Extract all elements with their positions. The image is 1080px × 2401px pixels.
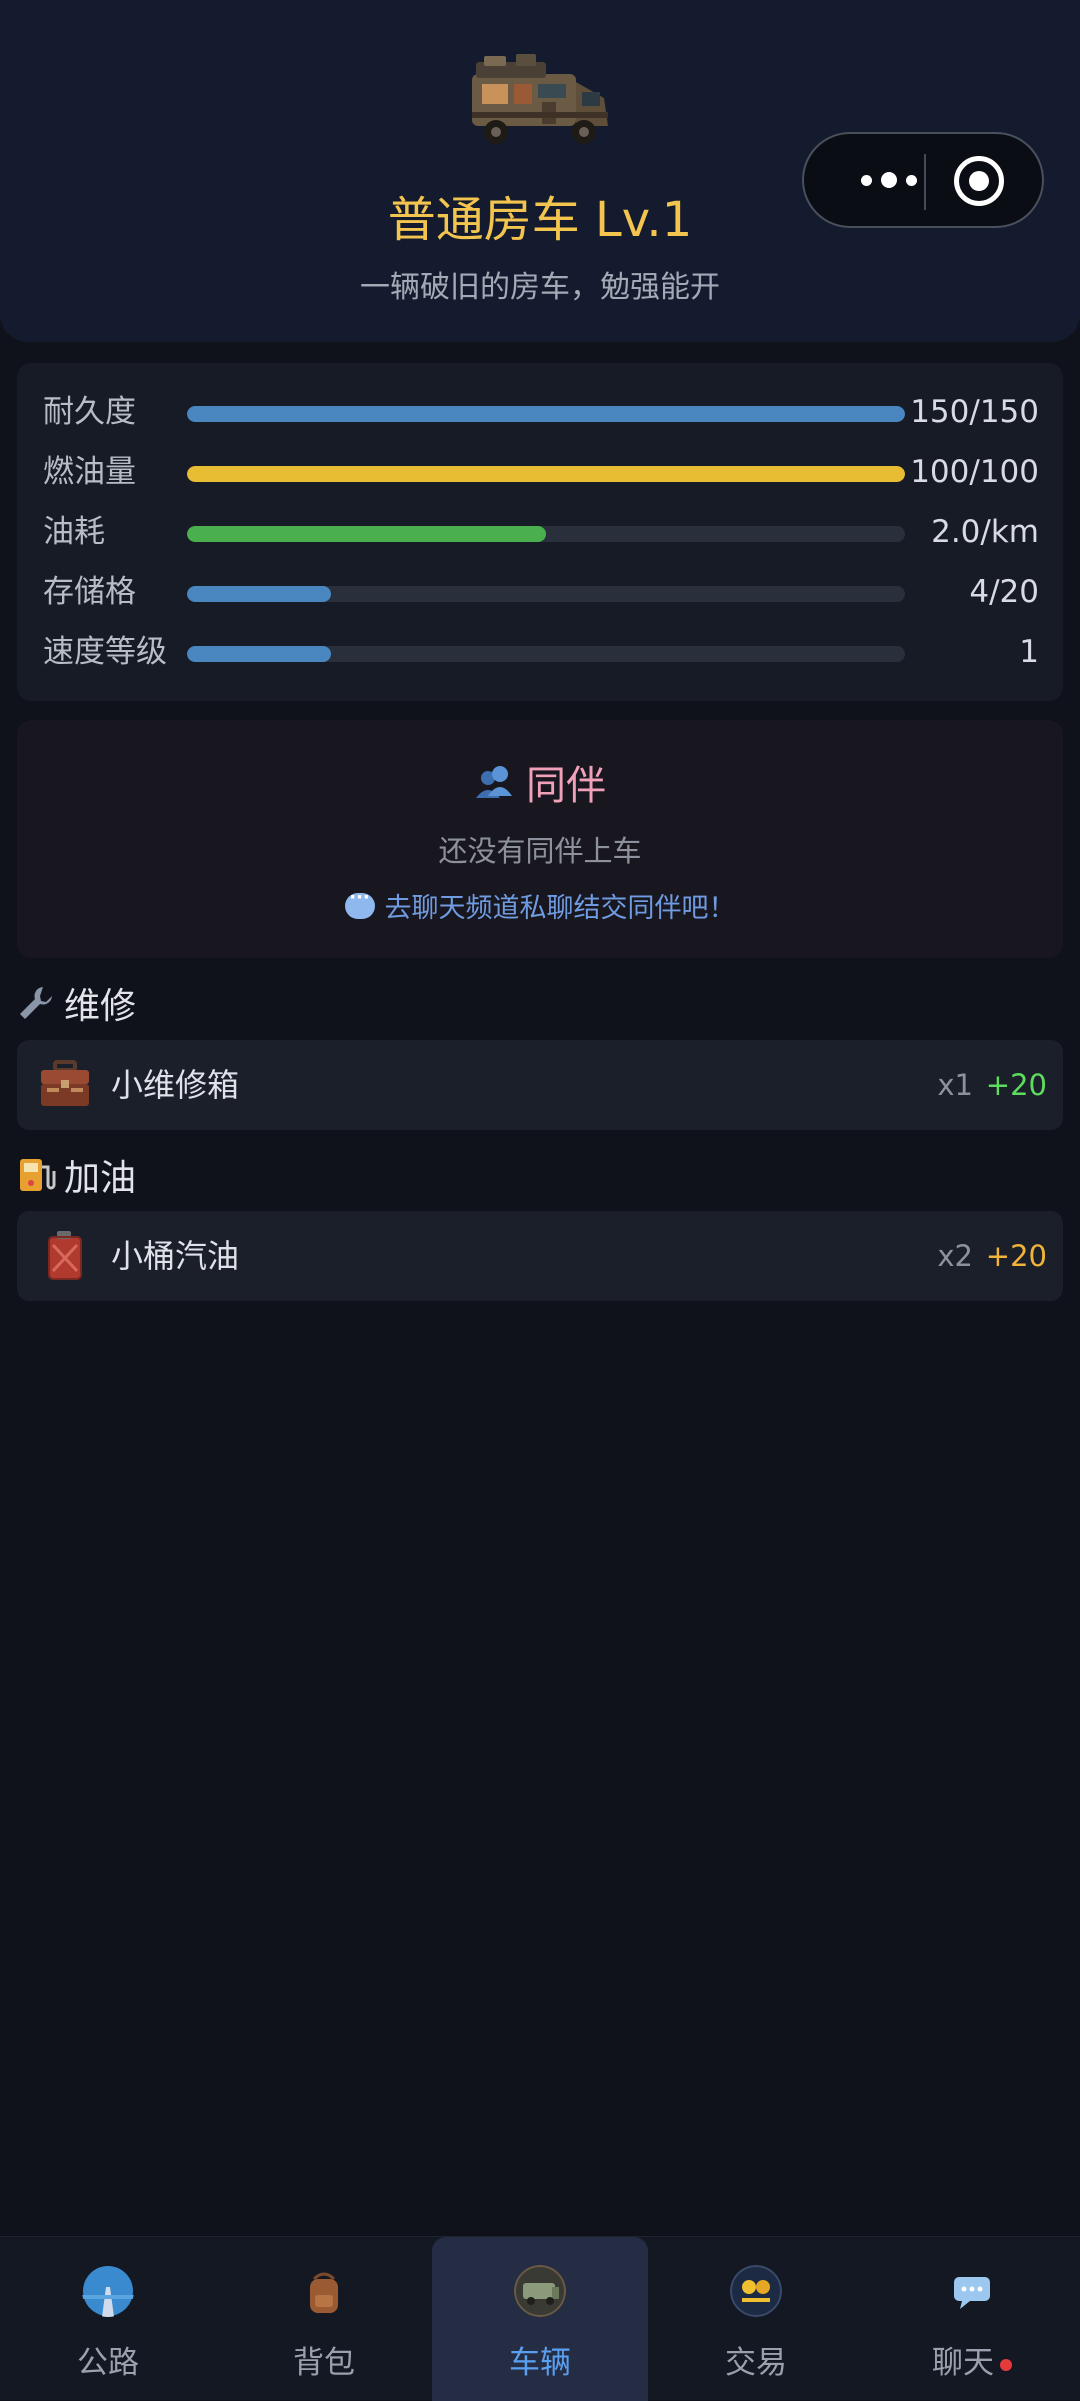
vehicle-description: 一辆破旧的房车，勉强能开 [360, 270, 720, 305]
item-quantity: x2 [937, 1239, 973, 1273]
stat-bar [187, 466, 905, 482]
refuel-section-title: 加油 [64, 1158, 137, 1199]
more-options-button[interactable] [834, 134, 944, 226]
stat-value: 2.0/km [931, 514, 1039, 550]
companion-title: 同伴 [17, 754, 1063, 810]
road-icon [82, 2266, 134, 2317]
stat-label: 速度等级 [43, 634, 167, 670]
unread-badge [1000, 2358, 1012, 2371]
stat-value: 1 [1019, 634, 1039, 670]
stat-bar-fill [187, 526, 546, 542]
tab-label: 公路 [77, 2345, 139, 2381]
tab-label-text: 聊天 [932, 2345, 994, 2381]
toolbox-icon [41, 1060, 89, 1106]
speech-bubble-icon [344, 887, 375, 919]
bottom-tab-bar: 公路 背包 车辆 交易 聊天 [0, 2236, 1080, 2401]
stat-bar [187, 406, 905, 422]
stat-value: 150/150 [910, 394, 1039, 430]
stat-row-fuel: 燃油量 100/100 [17, 442, 1063, 502]
companion-panel: 同伴 还没有同伴上车 去聊天频道私聊结交同伴吧！ [17, 720, 1063, 958]
wrench-icon [20, 987, 52, 1019]
stat-bar-fill [187, 406, 905, 422]
backpack-icon [310, 2272, 338, 2313]
stat-value: 4/20 [969, 574, 1039, 610]
gas-can-icon [48, 1231, 82, 1280]
rv-vehicle-icon [472, 54, 608, 144]
item-bonus: +20 [985, 1239, 1047, 1273]
stat-bar [187, 526, 905, 542]
vehicle-stats-panel: 耐久度 150/150 燃油量 100/100 油耗 2.0/km 存储格 4/… [17, 363, 1063, 701]
companion-empty-text: 还没有同伴上车 [438, 834, 642, 868]
capsule-divider [924, 154, 926, 210]
repair-section-heading: 维修 [16, 978, 136, 1028]
miniprogram-capsule [802, 132, 1044, 228]
companion-title-text: 同伴 [526, 763, 606, 809]
tab-label: 交易 [725, 2345, 787, 2381]
stat-row-speed-level: 速度等级 1 [17, 622, 1063, 682]
more-dot-icon [861, 174, 872, 186]
companions-icon [476, 766, 512, 798]
stat-value: 100/100 [910, 454, 1039, 490]
tab-label: 背包 [293, 2345, 355, 2381]
more-dot-icon [881, 172, 897, 188]
stat-bar-fill [187, 646, 331, 662]
tab-label: 车辆 [509, 2345, 571, 2381]
companion-hint-text: 去聊天频道私聊结交同伴吧！ [384, 893, 736, 924]
stat-bar [187, 586, 905, 602]
item-bonus: +20 [985, 1068, 1047, 1102]
tab-label: 聊天 [864, 2337, 1080, 2382]
repair-section-title: 维修 [64, 986, 137, 1027]
stat-label: 油耗 [43, 514, 105, 550]
refuel-section-heading: 加油 [16, 1150, 136, 1200]
tab-vehicle[interactable]: 车辆 [432, 2237, 648, 2401]
stat-row-fuel-consumption: 油耗 2.0/km [17, 502, 1063, 562]
stat-row-storage: 存储格 4/20 [17, 562, 1063, 622]
stat-bar [187, 646, 905, 662]
item-name: 小维修箱 [111, 1066, 240, 1104]
tab-backpack[interactable]: 背包 [216, 2237, 432, 2401]
repair-item-row[interactable]: 小维修箱 x1 +20 [17, 1040, 1063, 1130]
vehicle-icon [514, 2265, 566, 2317]
stat-label: 存储格 [43, 574, 136, 610]
tab-road[interactable]: 公路 [0, 2237, 216, 2401]
tab-trade[interactable]: 交易 [648, 2237, 864, 2401]
trade-icon [730, 2265, 782, 2317]
vehicle-header: 普通房车 Lv.1 一辆破旧的房车，勉强能开 [0, 0, 1080, 342]
fuel-pump-icon [20, 1159, 56, 1191]
stat-label: 燃油量 [43, 454, 136, 490]
companion-chat-link[interactable]: 去聊天频道私聊结交同伴吧！ [17, 886, 1063, 925]
stat-label: 耐久度 [43, 394, 136, 430]
close-miniprogram-button[interactable] [954, 156, 1004, 206]
stat-bar-fill [187, 586, 331, 602]
item-quantity: x1 [937, 1068, 973, 1102]
tab-chat[interactable]: 聊天 [864, 2237, 1080, 2401]
stat-bar-fill [187, 466, 905, 482]
refuel-item-row[interactable]: 小桶汽油 x2 +20 [17, 1211, 1063, 1301]
stat-row-durability: 耐久度 150/150 [17, 382, 1063, 442]
item-name: 小桶汽油 [111, 1237, 240, 1275]
chat-icon [954, 2277, 990, 2309]
more-dot-icon [906, 174, 917, 186]
